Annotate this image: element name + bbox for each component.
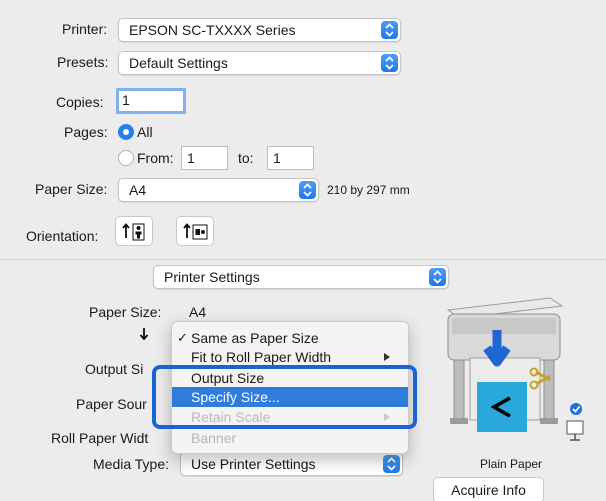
pages-all-radio[interactable]: [118, 124, 134, 140]
media-type-label: Media Type:: [93, 456, 170, 472]
preview-caption: Plain Paper: [480, 457, 543, 471]
down-arrow-icon: [139, 328, 149, 341]
section-divider: [0, 259, 606, 260]
paper-size-popup[interactable]: A4: [118, 178, 319, 202]
printer-popup[interactable]: EPSON SC-TXXXX Series: [118, 18, 401, 42]
landscape-icon: [183, 223, 208, 240]
menu-item-fit-to-roll[interactable]: Fit to Roll Paper Width: [172, 347, 408, 367]
paper-source-label: Paper Sour: [76, 396, 147, 412]
paper-size-label: Paper Size:: [35, 181, 108, 197]
pages-to-field[interactable]: 1: [267, 146, 314, 170]
popup-stepper-icon: [381, 21, 398, 39]
pages-from-field[interactable]: 1: [181, 146, 228, 170]
paper-size-value: A4: [129, 182, 147, 198]
menu-item-label: Fit to Roll Paper Width: [191, 349, 332, 365]
roll-paper-width-label: Roll Paper Widt: [51, 430, 149, 446]
printer-value: EPSON SC-TXXXX Series: [129, 22, 296, 38]
settings-paper-size-label: Paper Size:: [89, 304, 162, 320]
copies-label: Copies:: [56, 94, 104, 110]
callout-highlight: [152, 365, 417, 429]
presets-label: Presets:: [57, 54, 109, 70]
output-size-label: Output Si: [85, 361, 144, 377]
media-type-value: Use Printer Settings: [191, 456, 316, 472]
pages-from-label: From:: [137, 150, 174, 166]
menu-item-banner: Banner: [172, 428, 408, 448]
orientation-portrait-button[interactable]: [115, 216, 153, 246]
orientation-label: Orientation:: [26, 228, 99, 244]
presets-value: Default Settings: [129, 55, 228, 71]
printer-label: Printer:: [62, 21, 108, 37]
submenu-arrow-icon: [384, 353, 390, 361]
printer-preview-icon: [446, 297, 584, 441]
popup-stepper-icon: [381, 54, 398, 72]
acquire-info-button[interactable]: Acquire Info: [433, 477, 544, 501]
pages-to-label: to:: [238, 150, 254, 166]
popup-stepper-icon: [429, 268, 446, 286]
popup-stepper-icon: [299, 181, 316, 199]
section-popup[interactable]: Printer Settings: [153, 265, 449, 289]
section-popup-value: Printer Settings: [164, 269, 260, 285]
settings-paper-size-value: A4: [189, 304, 207, 320]
checkmark-icon: ✓: [177, 330, 188, 345]
paper-size-dimensions: 210 by 297 mm: [327, 183, 410, 197]
pages-from-radio[interactable]: [118, 150, 134, 166]
portrait-icon: [122, 223, 145, 241]
pages-label: Pages:: [64, 124, 108, 140]
menu-item-same-as-paper-size[interactable]: ✓ Same as Paper Size: [172, 328, 408, 348]
popup-stepper-icon: [383, 455, 400, 473]
menu-item-label: Banner: [191, 430, 237, 446]
presets-popup[interactable]: Default Settings: [118, 51, 401, 75]
orientation-landscape-button[interactable]: [176, 216, 214, 246]
media-type-popup[interactable]: Use Printer Settings: [180, 452, 403, 476]
copies-field[interactable]: 1: [116, 88, 186, 114]
menu-item-label: Same as Paper Size: [191, 330, 319, 346]
pages-all-label: All: [137, 124, 153, 140]
